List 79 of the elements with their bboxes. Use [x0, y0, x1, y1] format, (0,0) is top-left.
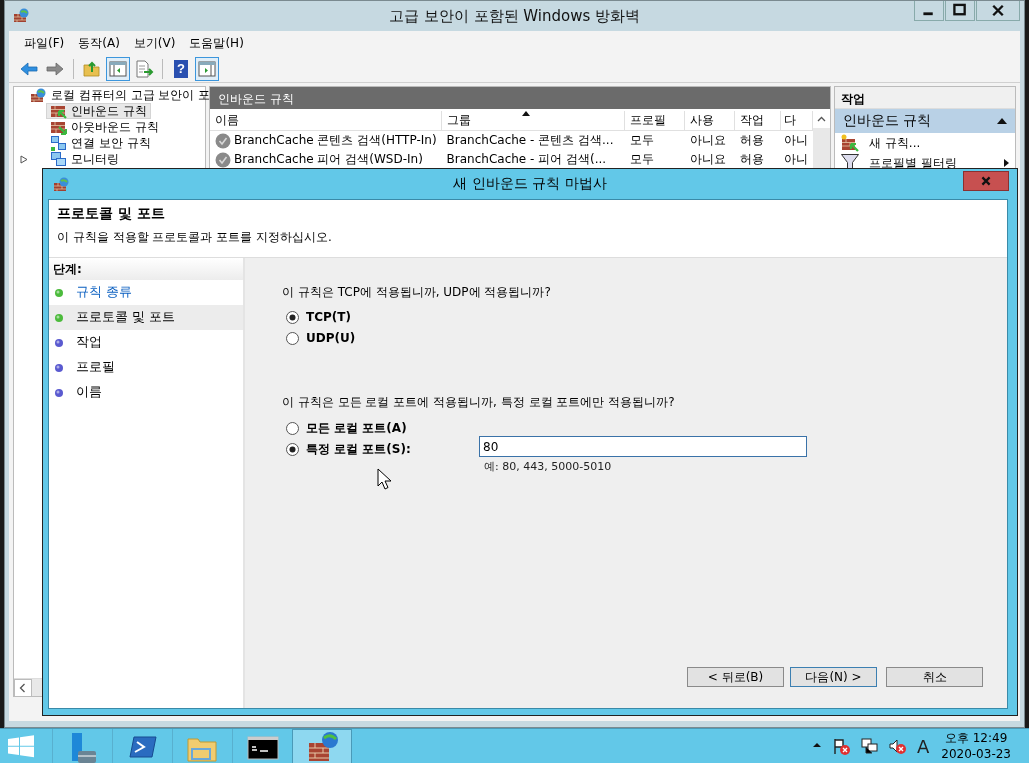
expand-arrow-icon[interactable]: [20, 155, 28, 164]
column-header[interactable]: 사용: [685, 111, 736, 131]
radio-button[interactable]: [286, 331, 299, 345]
menu-item[interactable]: 파일(F): [17, 32, 72, 54]
table-cell-text: BranchCache - 피어 검색(...: [445, 151, 608, 168]
cursor-icon: [377, 468, 391, 490]
dialog-button[interactable]: 취소: [886, 667, 983, 687]
clock-date[interactable]: 2020-03-23: [941, 746, 1011, 762]
document-arrow-icon: [134, 58, 154, 79]
minimize-button[interactable]: [914, 1, 944, 21]
wall-arrow-icon: [841, 134, 859, 152]
tree-item[interactable]: 모니터링: [46, 151, 123, 167]
option-label[interactable]: 모든 로컬 포트(A): [306, 420, 407, 437]
column-header[interactable]: 프로필: [625, 111, 686, 131]
ime-indicator[interactable]: A: [916, 735, 930, 757]
question-text: 이 규칙은 모든 로컬 포트에 적용됩니까, 특정 로컬 포트에만 적용됩니까?: [282, 394, 676, 411]
table-cell-text: 허용: [739, 151, 766, 168]
column-header[interactable]: 그룹: [441, 111, 626, 131]
table-cell-text: 모두: [629, 132, 656, 149]
table-cell: BranchCache 콘텐츠 검색(HTTP-In): [210, 131, 442, 150]
dialog-title: 새 인바운드 규칙 마법사: [453, 175, 607, 193]
table-cell-text: 아니: [783, 132, 810, 149]
toolbar-button[interactable]: ?: [169, 56, 193, 81]
table-cell: BranchCache 피어 검색(WSD-In): [210, 150, 442, 169]
firewall-icon: [30, 86, 47, 104]
dialog-heading: 프로토콜 및 포트: [57, 205, 166, 223]
table-cell-text: BranchCache - 콘텐츠 검색...: [445, 132, 615, 149]
option-label[interactable]: 특정 로컬 포트(S):: [306, 441, 411, 458]
step-item[interactable]: 프로토콜 및 포트: [49, 305, 243, 330]
window-title: 고급 보안이 포함된 Windows 방화벽: [389, 6, 640, 26]
action-item[interactable]: 새 규칙...: [835, 133, 1015, 153]
column-header[interactable]: 작업: [735, 111, 782, 131]
clock-time[interactable]: 오후 12:49: [944, 730, 1008, 746]
table-cell-text: 모두: [629, 151, 656, 168]
menu-item[interactable]: 보기(V): [126, 32, 183, 54]
panel-title: 작업: [835, 87, 1015, 109]
toolbar-button[interactable]: [106, 56, 130, 81]
tree-item[interactable]: 아웃바운드 규칙: [46, 119, 163, 135]
firewall-icon: [13, 7, 29, 23]
example-text: 예: 80, 443, 5000-5010: [483, 459, 613, 475]
question-text: 이 규칙은 TCP에 적용됩니까, UDP에 적용됩니까?: [282, 284, 552, 301]
input-field[interactable]: 80: [479, 436, 807, 457]
step-item[interactable]: 규칙 종류: [49, 280, 243, 305]
dialog-button[interactable]: 다음(N) >: [790, 667, 877, 687]
pane-icon: [197, 58, 217, 79]
pane-icon: [108, 58, 128, 79]
panel-title: 인바운드 규칙: [210, 87, 830, 109]
dialog-button[interactable]: < 뒤로(B): [687, 667, 784, 687]
radio-button[interactable]: [286, 443, 299, 456]
menu-item[interactable]: 동작(A): [71, 32, 127, 54]
computers-icon: [50, 134, 67, 152]
radio-button[interactable]: [286, 422, 299, 435]
tree-item[interactable]: 연결 보안 규칙: [46, 135, 155, 151]
check-circle-icon: [215, 151, 231, 168]
scroll-left-button[interactable]: [14, 679, 32, 697]
step-item[interactable]: 작업: [49, 330, 243, 355]
column-header[interactable]: 이름: [210, 111, 442, 131]
dialog-subheading: 이 규칙을 적용할 프로토콜과 포트를 지정하십시오.: [57, 229, 333, 246]
scroll-up-button[interactable]: [813, 111, 830, 128]
option-label[interactable]: UDP(U): [306, 331, 356, 345]
table-cell-text: 아니요: [689, 132, 728, 149]
firewall-icon: [53, 176, 69, 192]
action-item[interactable]: 프로필별 필터링: [835, 153, 1015, 173]
toolbar-button[interactable]: [195, 56, 219, 81]
radio-button[interactable]: [286, 310, 299, 324]
step-item[interactable]: 프로필: [49, 355, 243, 380]
menu-item[interactable]: 도움말(H): [182, 32, 251, 54]
table-cell-text: 아니요: [689, 151, 728, 168]
network-icon[interactable]: [858, 736, 879, 756]
maximize-button[interactable]: [945, 1, 975, 21]
step-item[interactable]: 이름: [49, 380, 243, 405]
check-circle-icon: [215, 132, 231, 149]
table-cell-text: 허용: [739, 132, 766, 149]
close-button[interactable]: [976, 1, 1020, 21]
option-label[interactable]: TCP(T): [306, 310, 351, 324]
table-cell-text: 아니: [783, 151, 810, 168]
tree-item[interactable]: 인바운드 규칙: [46, 103, 151, 119]
section-header[interactable]: 인바운드 규칙: [835, 109, 1015, 133]
computers-icon: [50, 150, 67, 168]
